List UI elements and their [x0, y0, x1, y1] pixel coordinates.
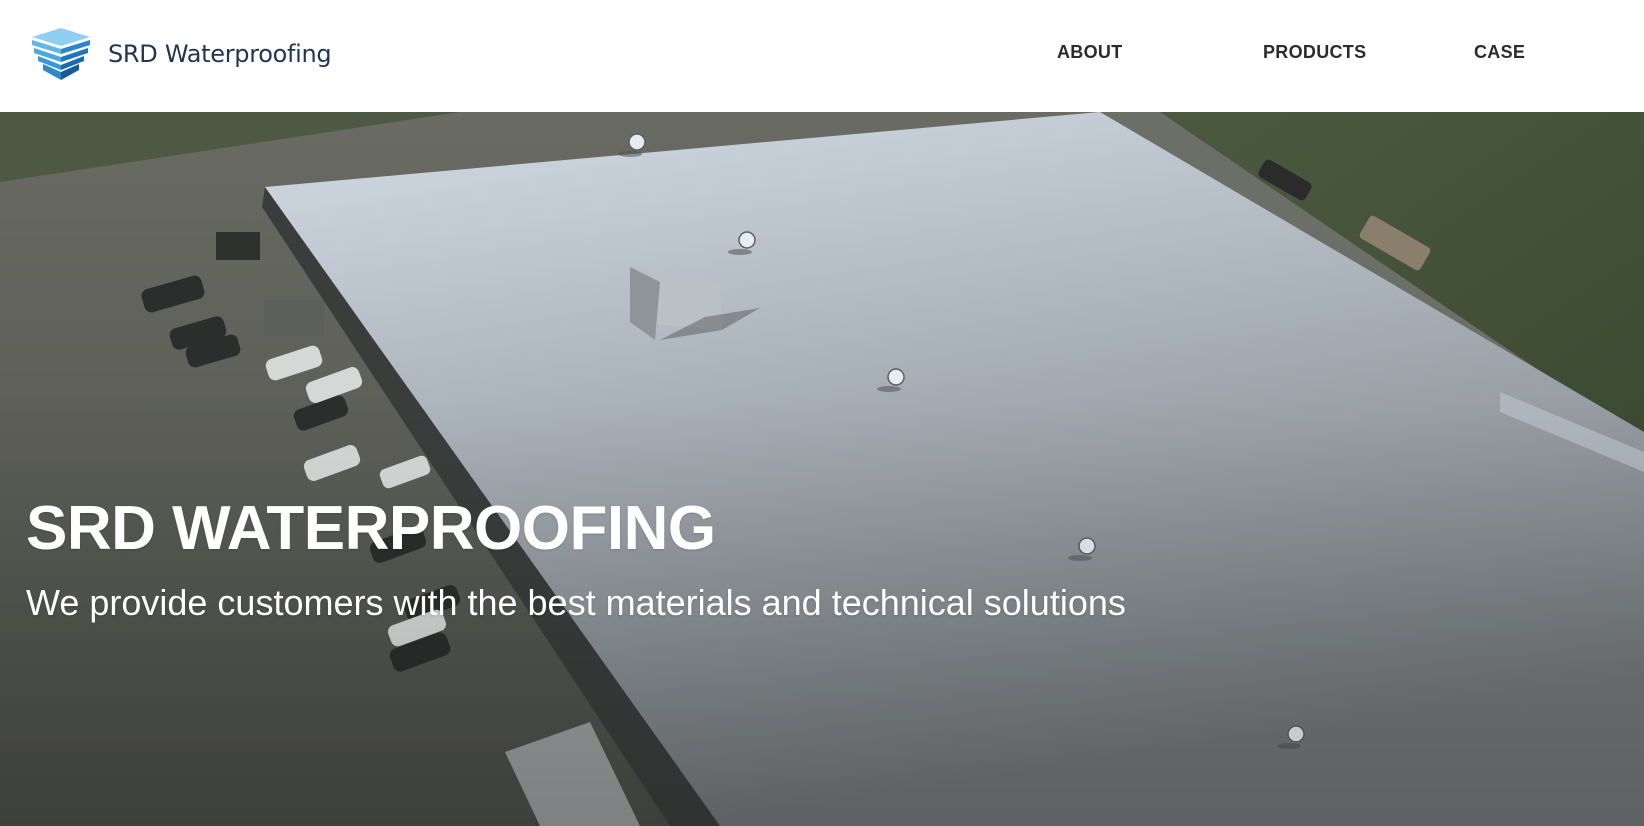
- nav-products[interactable]: PRODUCTS: [1263, 42, 1366, 63]
- logo-link[interactable]: SRD Waterproofing: [30, 26, 332, 82]
- hero-overlay: [0, 112, 1644, 826]
- hero-banner: SRD WATERPROOFING We provide customers w…: [0, 112, 1644, 826]
- nav-about[interactable]: ABOUT: [1057, 42, 1123, 63]
- hero-title: SRD WATERPROOFING: [26, 494, 716, 563]
- hero-subtitle: We provide customers with the best mater…: [26, 582, 1126, 623]
- brand-name: SRD Waterproofing: [108, 40, 332, 68]
- site-header: SRD Waterproofing ABOUT PRODUCTS CASE: [0, 0, 1644, 112]
- layered-shield-icon: [32, 28, 90, 80]
- nav-case[interactable]: CASE: [1474, 42, 1525, 63]
